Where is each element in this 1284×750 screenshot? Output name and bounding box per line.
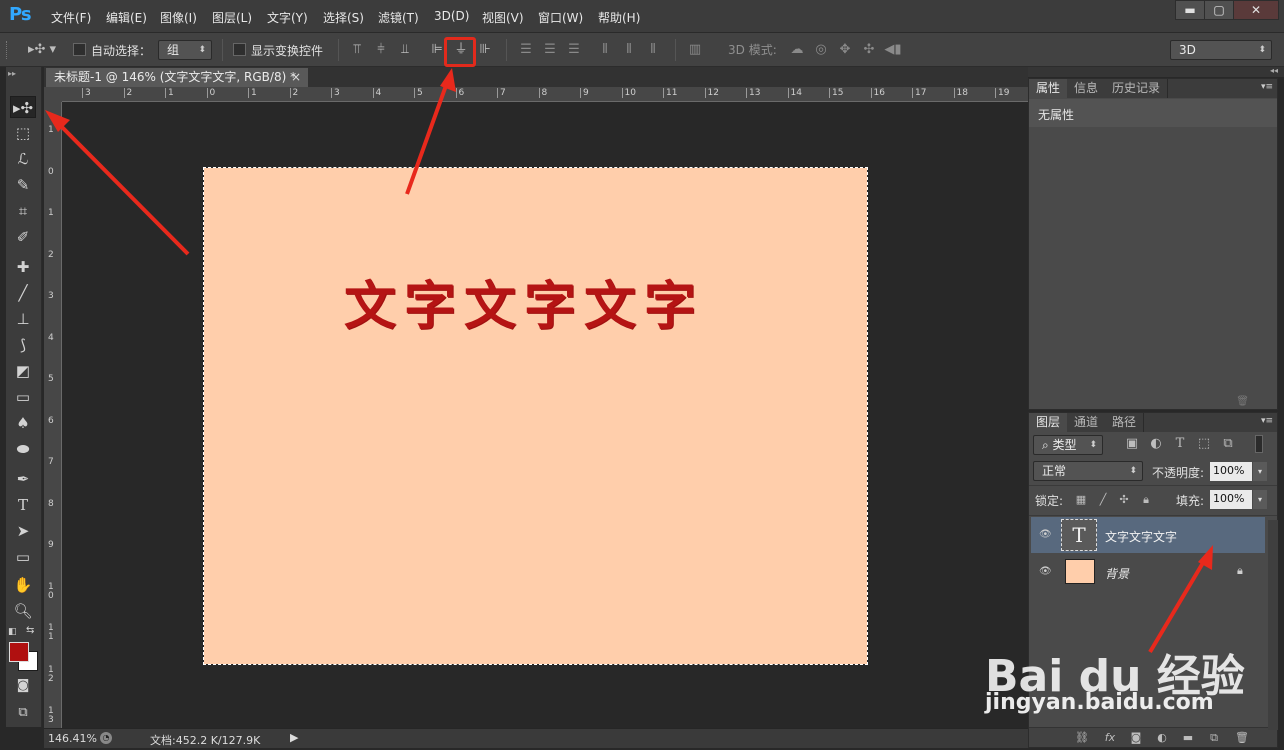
arrow-to-move-tool — [45, 110, 190, 256]
arrow-to-text-layer — [1148, 545, 1213, 654]
annotation-arrows — [45, 68, 1213, 654]
arrow-to-align-button — [405, 68, 456, 195]
